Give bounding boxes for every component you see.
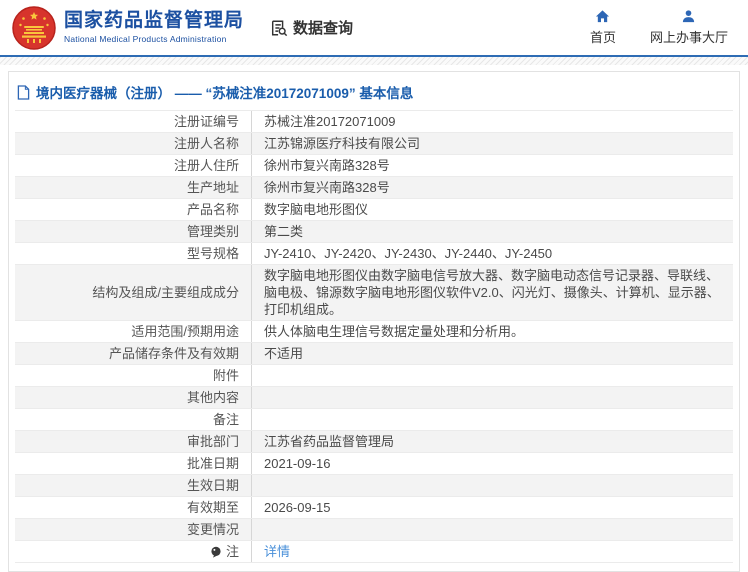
row-label-text: 产品名称 xyxy=(186,202,239,217)
row-label-text: 注册人名称 xyxy=(173,136,239,151)
row-label: 备注 xyxy=(15,409,252,430)
table-row: 生产地址 徐州市复兴南路328号 xyxy=(15,176,733,198)
row-label: 适用范围/预期用途 xyxy=(15,321,252,342)
row-label: 注册人名称 xyxy=(15,133,252,154)
row-value: 徐州市复兴南路328号 xyxy=(264,180,390,195)
header-stripe-band xyxy=(0,57,748,65)
table-row: 产品储存条件及有效期 不适用 xyxy=(15,342,733,364)
row-label-text: 注册证编号 xyxy=(173,114,239,129)
row-value: 数字脑电地形图仪 xyxy=(264,202,369,217)
national-emblem-icon xyxy=(12,5,56,50)
row-label: 附件 xyxy=(15,365,252,386)
table-row: 备注 xyxy=(15,408,733,430)
row-value xyxy=(252,387,733,408)
row-value: 第二类 xyxy=(264,224,304,239)
row-label: 注册人住所 xyxy=(15,155,252,176)
row-label-text: 生效日期 xyxy=(186,478,239,493)
row-label-text: 有效期至 xyxy=(186,500,239,515)
row-value: 不适用 xyxy=(264,346,304,361)
row-label: 结构及组成/主要组成成分 xyxy=(15,265,252,320)
table-row: 注册人名称 江苏锦源医疗科技有限公司 xyxy=(15,132,733,154)
table-row: 注册人住所 徐州市复兴南路328号 xyxy=(15,154,733,176)
nav-online-hall-label: 网上办事大厅 xyxy=(649,30,728,45)
table-row: 结构及组成/主要组成成分 数字脑电地形图仪由数字脑电信号放大器、数字脑电动态信号… xyxy=(15,264,733,320)
content-panel: 境内医疗器械（注册） —— “苏械注准20172071009” 基本信息 注册证… xyxy=(8,71,740,572)
row-label-text: 注 xyxy=(225,544,239,559)
site-header: 国家药品监督管理局 National Medical Products Admi… xyxy=(0,0,748,57)
row-value xyxy=(252,519,733,540)
document-icon xyxy=(17,84,30,100)
table-row: 产品名称 数字脑电地形图仪 xyxy=(15,198,733,220)
row-label-text: 变更情况 xyxy=(186,522,239,537)
row-label-text: 产品储存条件及有效期 xyxy=(108,346,239,361)
row-value xyxy=(252,365,733,386)
nmpa-logo[interactable]: 国家药品监督管理局 National Medical Products Admi… xyxy=(12,5,245,50)
row-value: 江苏锦源医疗科技有限公司 xyxy=(264,136,421,151)
row-label-text: 型号规格 xyxy=(186,246,239,261)
table-row: 注 详情 xyxy=(15,540,733,563)
table-row: 生效日期 xyxy=(15,474,733,496)
table-row: 附件 xyxy=(15,364,733,386)
row-label-text: 适用范围/预期用途 xyxy=(131,324,239,339)
table-row: 管理类别 第二类 xyxy=(15,220,733,242)
row-value: 数字脑电地形图仪由数字脑电信号放大器、数字脑电动态信号记录器、导联线、脑电极、锦… xyxy=(264,268,720,317)
row-value: 详情 xyxy=(252,541,733,562)
row-value: 苏械注准20172071009 xyxy=(264,114,396,129)
data-query-button[interactable]: 数据查询 xyxy=(270,17,353,38)
row-label: 生产地址 xyxy=(15,177,252,198)
row-label: 管理类别 xyxy=(15,221,252,242)
table-row: 变更情况 xyxy=(15,518,733,540)
table-row: 注册证编号 苏械注准20172071009 xyxy=(15,110,733,132)
row-label-text: 管理类别 xyxy=(186,224,239,239)
row-label: 产品名称 xyxy=(15,199,252,220)
row-value: JY-2410、JY-2420、JY-2430、JY-2440、JY-2450 xyxy=(264,246,553,261)
row-value: 江苏省药品监督管理局 xyxy=(264,434,395,449)
document-search-icon xyxy=(270,19,288,37)
row-label: 变更情况 xyxy=(15,519,252,540)
table-row: 其他内容 xyxy=(15,386,733,408)
row-label: 注 xyxy=(15,541,252,562)
row-value: 徐州市复兴南路328号 xyxy=(264,158,390,173)
row-value: 2021-09-16 xyxy=(264,456,331,471)
row-value xyxy=(252,475,733,496)
row-value xyxy=(252,409,733,430)
user-icon xyxy=(681,9,696,24)
row-label: 型号规格 xyxy=(15,243,252,264)
row-label-text: 备注 xyxy=(212,412,239,427)
note-icon xyxy=(210,546,222,558)
row-label-text: 附件 xyxy=(212,368,239,383)
row-value: 2026-09-15 xyxy=(264,500,331,515)
row-label: 注册证编号 xyxy=(15,111,252,132)
row-label-text: 其他内容 xyxy=(186,390,239,405)
table-row: 有效期至 2026-09-15 xyxy=(15,496,733,518)
row-value: 供人体脑电生理信号数据定量处理和分析用。 xyxy=(264,324,525,339)
nav-home[interactable]: 首页 xyxy=(590,9,616,46)
org-name-zh: 国家药品监督管理局 xyxy=(64,9,245,31)
row-label: 批准日期 xyxy=(15,453,252,474)
row-label: 审批部门 xyxy=(15,431,252,452)
table-row: 审批部门 江苏省药品监督管理局 xyxy=(15,430,733,452)
row-label-text: 生产地址 xyxy=(186,180,239,195)
row-label: 生效日期 xyxy=(15,475,252,496)
nav-online-hall[interactable]: 网上办事大厅 xyxy=(650,9,728,46)
row-label-text: 批准日期 xyxy=(186,456,239,471)
row-label-text: 结构及组成/主要组成成分 xyxy=(92,285,239,300)
data-query-label: 数据查询 xyxy=(293,20,354,37)
page-title: 境内医疗器械（注册） —— “苏械注准20172071009” 基本信息 xyxy=(36,86,414,101)
header-nav: 首页 网上办事大厅 xyxy=(590,9,738,46)
org-name-en: National Medical Products Administration xyxy=(64,33,227,44)
page-title-bar: 境内医疗器械（注册） —— “苏械注准20172071009” 基本信息 xyxy=(9,72,739,110)
row-label: 其他内容 xyxy=(15,387,252,408)
row-label-text: 注册人住所 xyxy=(173,158,239,173)
table-row: 批准日期 2021-09-16 xyxy=(15,452,733,474)
table-row: 型号规格 JY-2410、JY-2420、JY-2430、JY-2440、JY-… xyxy=(15,242,733,264)
nav-home-label: 首页 xyxy=(589,30,616,45)
row-label-text: 审批部门 xyxy=(186,434,239,449)
info-table: 注册证编号 苏械注准20172071009 注册人名称 江苏锦源医疗科技有限公司… xyxy=(15,110,733,563)
row-label: 有效期至 xyxy=(15,497,252,518)
row-label: 产品储存条件及有效期 xyxy=(15,343,252,364)
home-icon xyxy=(595,9,610,24)
detail-link[interactable]: 详情 xyxy=(264,543,290,560)
table-row: 适用范围/预期用途 供人体脑电生理信号数据定量处理和分析用。 xyxy=(15,320,733,342)
